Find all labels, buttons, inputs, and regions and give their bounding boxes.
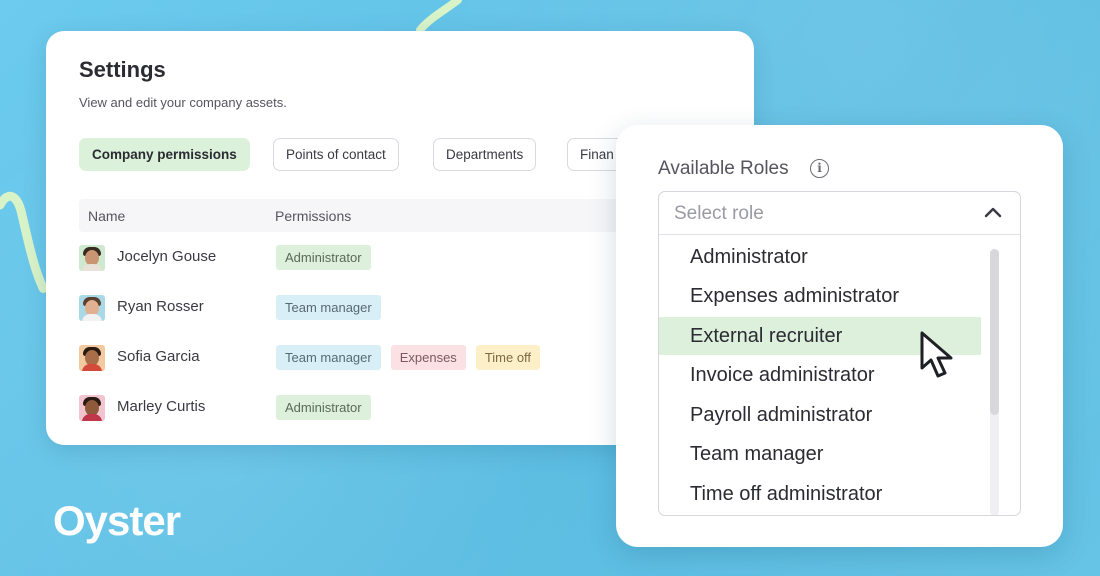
permission-badge: Team manager [276,295,381,320]
column-header-permissions: Permissions [275,208,352,224]
page-subtitle: View and edit your company assets. [79,95,287,110]
person-name: Jocelyn Gouse [117,248,217,265]
permission-badge: Time off [475,345,541,370]
scrollbar-thumb[interactable] [990,249,999,415]
person-name: Sofia Garcia [117,348,200,365]
permission-badge: Administrator [276,395,371,420]
role-select-toggle[interactable]: Select role [659,192,1020,235]
avatar [79,395,105,421]
role-option[interactable]: Expenses administrator [659,277,981,315]
permission-badge: Team manager [276,345,381,370]
avatar [79,295,105,321]
permission-badges: Administrator [276,395,371,420]
role-option[interactable]: Time off administrator [659,475,981,513]
person-name: Ryan Rosser [117,298,204,315]
avatar [79,245,105,271]
roles-card: Available Roles i Select role Administra… [616,125,1063,547]
permission-badges: Administrator [276,245,371,270]
role-select[interactable]: Select role Administrator Expenses admin… [658,191,1021,516]
oyster-logo: Oyster [53,497,181,544]
select-placeholder: Select role [674,203,764,224]
permission-badges: Team manager Expenses Time off [276,345,541,370]
roles-label: Available Roles [658,158,789,179]
tab-points-of-contact[interactable]: Points of contact [273,138,399,171]
person-name: Marley Curtis [117,398,206,415]
info-icon[interactable]: i [810,159,829,178]
column-header-name: Name [88,208,126,224]
permission-badge: Administrator [276,245,371,270]
scrollbar[interactable] [990,249,999,515]
page-title: Settings [79,57,166,82]
role-option[interactable]: Payroll administrator [659,396,981,434]
tab-company-permissions[interactable]: Company permissions [79,138,250,171]
permission-badge: Expenses [390,345,466,370]
permission-badges: Team manager [276,295,381,320]
chevron-up-icon [984,207,1002,218]
avatar [79,345,105,371]
role-option[interactable]: Team manager [659,435,981,473]
role-option[interactable]: Administrator [659,238,981,276]
tab-departments[interactable]: Departments [433,138,537,171]
pointer-cursor-icon [920,331,953,378]
